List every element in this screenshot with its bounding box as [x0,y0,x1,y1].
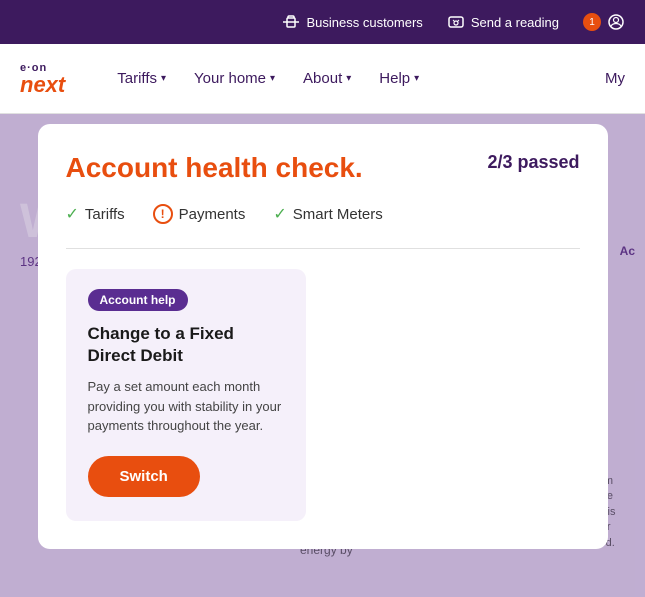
notifications-button[interactable]: 1 [583,13,625,31]
about-label: About [303,70,342,87]
nav-my-account[interactable]: My [605,70,625,87]
modal-divider [66,248,580,249]
payments-warning-icon: ! [153,204,173,224]
status-items: ✓ Tariffs ! Payments ✓ Smart Meters [66,204,580,224]
send-reading-label: Send a reading [471,15,559,30]
modal-passed: 2/3 passed [487,152,579,173]
status-smart-meters-label: Smart Meters [293,206,383,223]
nav-about[interactable]: About ▾ [291,62,363,95]
card-description: Pay a set amount each month providing yo… [88,377,284,436]
logo[interactable]: e·on next [20,62,65,96]
modal-header: Account health check. 2/3 passed [66,152,580,184]
help-label: Help [379,70,410,87]
briefcase-icon [282,13,300,31]
help-chevron-icon: ▾ [414,73,419,84]
your-home-chevron-icon: ▾ [270,73,275,84]
nav-bar: e·on next Tariffs ▾ Your home ▾ About ▾ … [0,44,645,114]
your-home-label: Your home [194,70,266,87]
logo-next-text: next [20,74,65,96]
send-reading-link[interactable]: Send a reading [447,13,559,31]
top-bar: Business customers Send a reading 1 [0,0,645,44]
status-tariffs: ✓ Tariffs [66,204,125,224]
switch-button[interactable]: Switch [88,456,200,497]
tariffs-chevron-icon: ▾ [161,73,166,84]
meter-icon [447,13,465,31]
modal-overlay: Account health check. 2/3 passed ✓ Tarif… [0,114,645,597]
about-chevron-icon: ▾ [346,73,351,84]
account-help-badge: Account help [88,289,188,311]
status-payments: ! Payments [153,204,246,224]
smart-meters-check-icon: ✓ [273,204,286,224]
tariffs-label: Tariffs [117,70,157,87]
tariffs-check-icon: ✓ [66,204,79,224]
status-tariffs-label: Tariffs [85,206,125,223]
nav-help[interactable]: Help ▾ [367,62,431,95]
nav-items: Tariffs ▾ Your home ▾ About ▾ Help ▾ [105,62,605,95]
nav-your-home[interactable]: Your home ▾ [182,62,287,95]
health-check-modal: Account health check. 2/3 passed ✓ Tarif… [38,124,608,549]
user-circle-icon [607,13,625,31]
account-help-card: Account help Change to a Fixed Direct De… [66,269,306,521]
business-customers-link[interactable]: Business customers [282,13,422,31]
page-background: Wo 192 G Ac t paym payme ment is s after… [0,114,645,597]
business-customers-label: Business customers [306,15,422,30]
modal-title: Account health check. [66,152,363,184]
notification-badge: 1 [583,13,601,31]
nav-tariffs[interactable]: Tariffs ▾ [105,62,178,95]
card-title: Change to a Fixed Direct Debit [88,323,284,367]
status-smart-meters: ✓ Smart Meters [273,204,382,224]
status-payments-label: Payments [179,206,246,223]
